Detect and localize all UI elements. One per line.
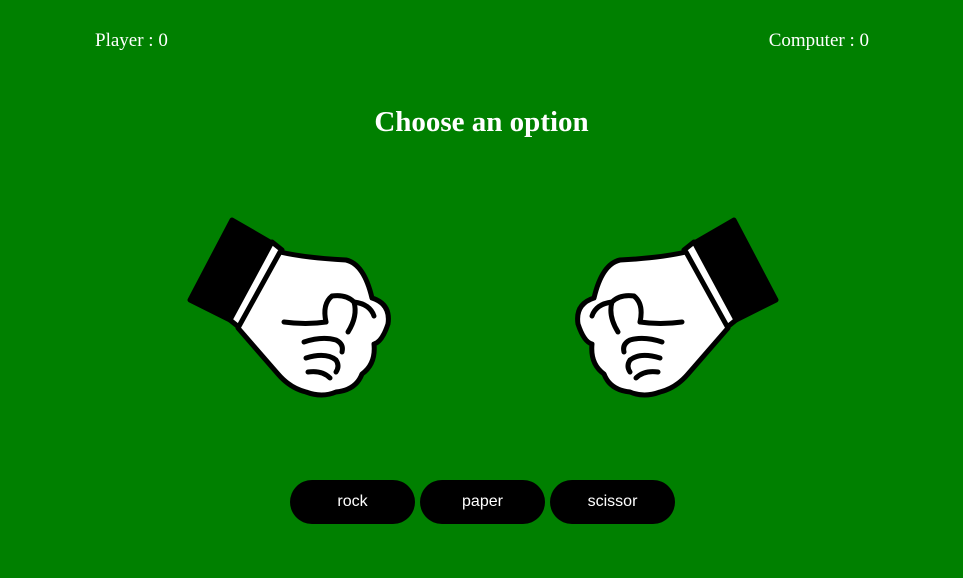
computer-score: Computer : 0 <box>768 30 869 51</box>
computer-fist-icon <box>575 217 779 398</box>
scissor-button[interactable]: scissor <box>550 480 675 524</box>
paper-button[interactable]: paper <box>420 480 545 524</box>
page-title: Choose an option <box>374 106 589 138</box>
rock-button[interactable]: rock <box>290 480 415 524</box>
option-buttons: rock paper scissor <box>290 480 675 524</box>
player-score: Player : 0 <box>95 30 168 51</box>
player-fist-icon <box>187 217 391 398</box>
